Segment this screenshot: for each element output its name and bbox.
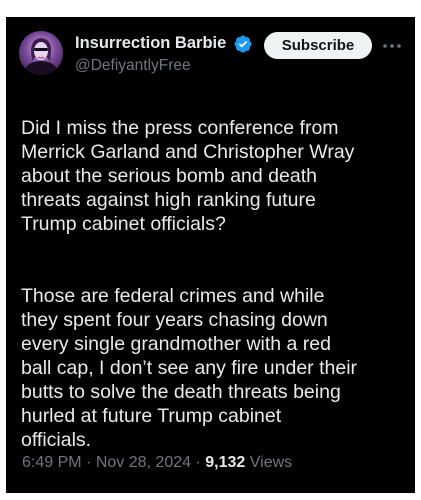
user-handle[interactable]: @DefiyantlyFree — [75, 57, 191, 75]
tweet-time[interactable]: 6:49 PM — [22, 454, 82, 471]
avatar-image — [25, 38, 57, 75]
tweet-card: Insurrection Barbie @DefiyantlyFree Subs… — [6, 17, 415, 493]
views-count: 9,132 — [205, 454, 246, 471]
subscribe-button[interactable]: Subscribe — [264, 32, 372, 59]
meta-separator: · — [86, 454, 92, 471]
tweet-paragraph: Those are federal crimes and while they … — [21, 285, 358, 451]
display-name[interactable]: Insurrection Barbie — [75, 34, 226, 53]
tweet-date[interactable]: Nov 28, 2024 — [96, 454, 191, 471]
tweet-paragraph: Did I miss the press conference from Mer… — [21, 117, 355, 235]
views-label: Views — [249, 454, 293, 471]
more-horizontal-icon[interactable] — [380, 36, 404, 56]
verified-badge-icon — [234, 35, 252, 53]
meta-separator: · — [195, 454, 201, 471]
avatar[interactable] — [19, 31, 63, 75]
tweet-meta: 6:49 PM · Nov 28, 2024 · 9,132 Views — [22, 454, 292, 472]
tweet-text: Did I miss the press conference from Mer… — [21, 92, 411, 500]
